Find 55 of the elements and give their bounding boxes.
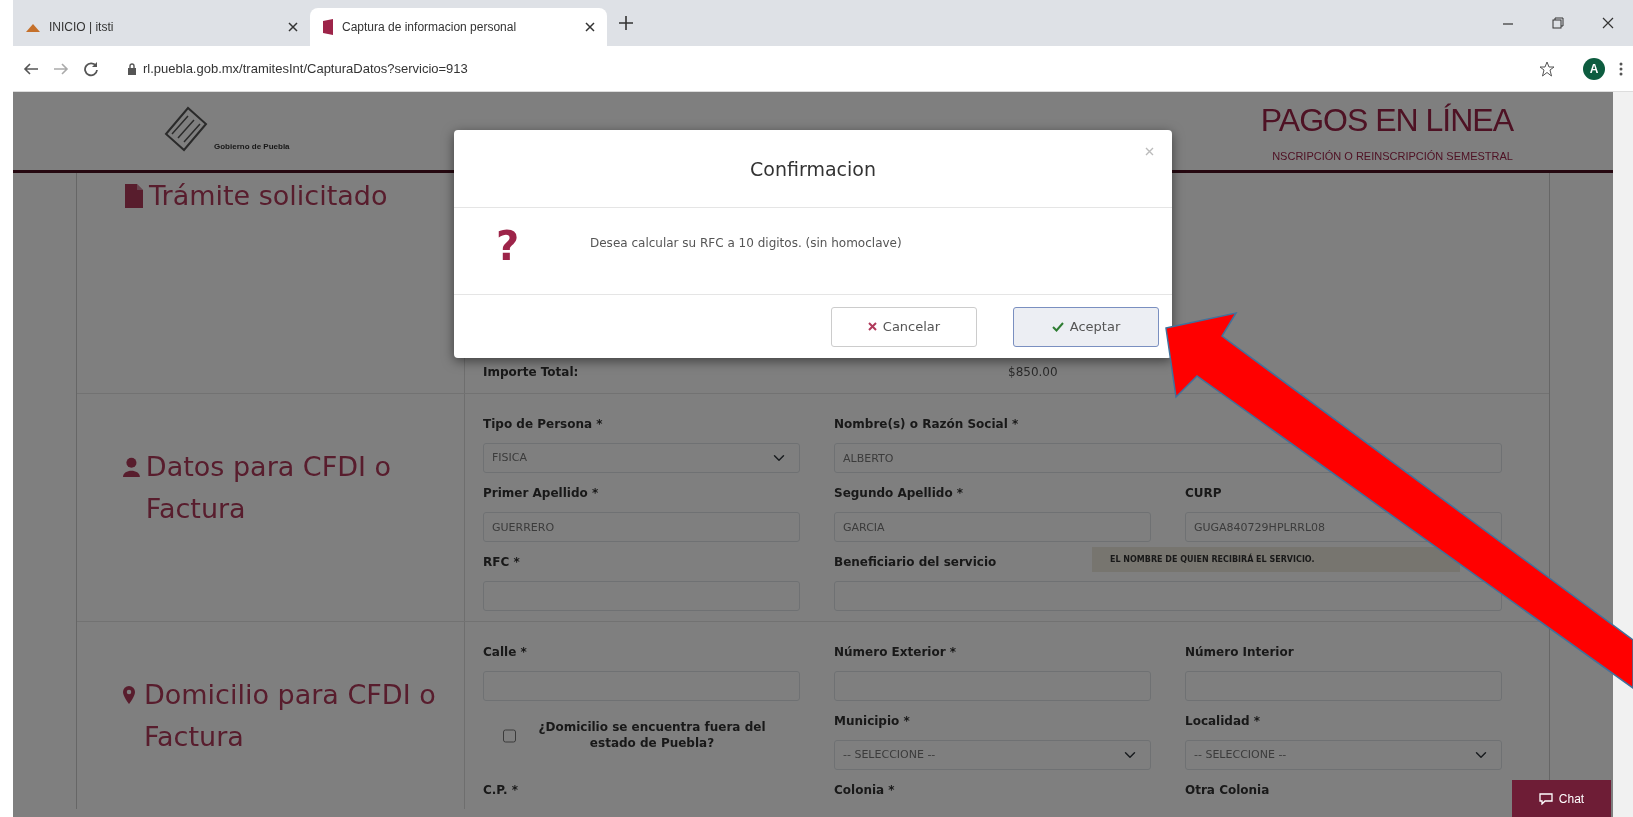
person-icon: [123, 455, 140, 479]
address-bar[interactable]: rl.puebla.gob.mx/tramitesInt/CapturaDatos?servicio=913: [143, 61, 1525, 76]
star-icon[interactable]: [1539, 60, 1555, 77]
field-label: Primer Apellido *: [483, 486, 599, 500]
chat-icon: [1538, 792, 1553, 805]
dialog-title: Confirmacion: [750, 157, 876, 180]
dialog-message: Desea calcular su RFC a 10 digitos. (sin homoclave): [590, 236, 902, 250]
field-label: Nombre(s) o Razón Social *: [834, 417, 1019, 431]
chat-button[interactable]: Chat: [1512, 780, 1611, 817]
field-label: Tipo de Persona *: [483, 417, 603, 431]
new-tab-icon[interactable]: [619, 16, 633, 30]
checkmark-icon: [1051, 321, 1064, 332]
menu-icon[interactable]: [1619, 60, 1623, 77]
field-label: Número Exterior *: [834, 645, 957, 659]
logo-text: Gobierno de Puebla: [214, 142, 290, 153]
field-label: Número Interior: [1185, 645, 1294, 659]
browser-tab[interactable]: INICIO | itsti: [13, 8, 310, 46]
restore-icon[interactable]: [1549, 14, 1567, 32]
field-label: Colonia *: [834, 783, 895, 797]
field-label: Segundo Apellido *: [834, 486, 964, 500]
site-title: PAGOS EN LÍNEA: [1260, 104, 1513, 136]
checkbox-label: ¿Domicilio se encuentra fuera del estado de Puebla?: [537, 719, 767, 751]
forward-icon[interactable]: [53, 60, 69, 77]
accept-button[interactable]: Aceptar: [1013, 306, 1159, 347]
total-label: Importe Total:: [483, 365, 580, 379]
field-label: Calle *: [483, 645, 527, 659]
question-icon: ?: [496, 223, 590, 269]
reload-icon[interactable]: [83, 60, 99, 77]
close-icon[interactable]: [288, 22, 298, 32]
site-icon: [322, 19, 334, 35]
lock-icon: [127, 62, 137, 75]
back-icon[interactable]: [23, 60, 39, 77]
section-heading: Trámite solicitado: [149, 179, 388, 213]
scrollbar[interactable]: [1613, 92, 1633, 817]
field-label: Beneficiario del servicio: [834, 555, 997, 569]
field-label: C.P. *: [483, 783, 518, 797]
tab-title: Captura de informacion personal: [342, 20, 518, 34]
close-icon[interactable]: [585, 22, 595, 32]
field-label: Municipio *: [834, 714, 910, 728]
field-label: CURP: [1185, 486, 1222, 500]
section-heading: Datos para CFDI o Factura: [145, 450, 393, 526]
tooltip: EL NOMBRE DE QUIEN RECIBIRÁ EL SERVICIO.: [1092, 547, 1460, 572]
close-icon: [867, 322, 877, 331]
input-field[interactable]: [834, 581, 1502, 611]
field-label: Localidad *: [1185, 714, 1261, 728]
browser-tab[interactable]: Captura de informacion personal: [310, 8, 607, 46]
field-label: RFC *: [483, 555, 520, 569]
cancel-button[interactable]: Cancelar: [831, 306, 977, 347]
section-heading: Domicilio para CFDI o Factura: [144, 678, 437, 754]
document-icon: [123, 184, 143, 208]
field-label: Otra Colonia: [1185, 783, 1270, 797]
site-subtitle: NSCRIPCIÓN O REINSCRIPCIÓN SEMESTRAL: [1271, 150, 1513, 162]
tab-title: INICIO | itsti: [49, 20, 115, 34]
profile-avatar[interactable]: A: [1583, 57, 1605, 80]
total-amount: $850.00: [1008, 365, 1058, 379]
